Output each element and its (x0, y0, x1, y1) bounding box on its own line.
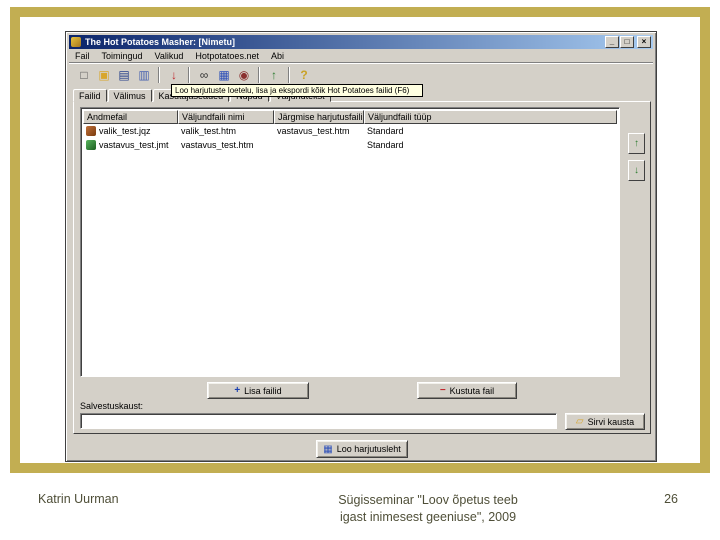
file-list-header: Andmefail Väljundfaili nimi Järgmise har… (83, 110, 617, 124)
help-button[interactable]: ? (294, 66, 314, 84)
menu-item-toimingud[interactable]: Toimingud (96, 51, 149, 61)
title-bar[interactable]: The Hot Potatoes Masher: [Nimetu] _ □ × (69, 35, 653, 49)
toolbar-separator (258, 66, 260, 83)
table-row[interactable]: vastavus_test.jmt vastavus_test.htm Stan… (83, 138, 617, 152)
save-icon: ▤ (118, 67, 130, 82)
cell-data-file: vastavus_test.jmt (83, 140, 178, 150)
column-header-jargmine-harjutusfail: Järgmise harjutusfaili... (274, 110, 364, 124)
file-list: Andmefail Väljundfaili nimi Järgmise har… (80, 107, 620, 377)
jmatch-file-icon (86, 140, 96, 150)
delete-file-button[interactable]: − Kustuta fail (417, 382, 517, 399)
footer-page-number: 26 (664, 492, 678, 506)
upload-button[interactable]: ↑ (264, 66, 284, 84)
menu-item-valikud[interactable]: Valikud (149, 51, 190, 61)
column-header-andmefail: Andmefail (83, 110, 178, 124)
preview-button[interactable]: ∞ (194, 66, 214, 84)
link-button[interactable]: ◉ (234, 66, 254, 84)
table-row[interactable]: valik_test.jqz valik_test.htm vastavus_t… (83, 124, 617, 138)
toolbar: □ ▣ ▤ ▥ ↓ ∞ ▦ ◉ ↑ ? (69, 62, 653, 86)
build-unit-label: Loo harjutusleht (336, 444, 401, 454)
minus-icon: − (439, 385, 446, 396)
move-up-button[interactable]: ↑ (628, 133, 645, 154)
column-header-valjundfaili-nimi: Väljundfaili nimi (178, 110, 274, 124)
footer-event: Sügisseminar "Loov õpetus teeb igast ini… (228, 492, 628, 526)
grid-icon: ▦ (218, 67, 230, 82)
export-button[interactable]: ↓ (164, 66, 184, 84)
open-button[interactable]: ▣ (94, 66, 114, 84)
folder-icon: ▱ (575, 416, 584, 427)
menu-item-abi[interactable]: Abi (265, 51, 290, 61)
output-folder-input[interactable] (80, 413, 557, 429)
delete-file-label: Kustuta fail (449, 385, 495, 396)
cell-output-type: Standard (367, 140, 404, 150)
tab-valimus[interactable]: Välimus (107, 89, 152, 102)
question-mark-icon: ? (300, 67, 308, 82)
browse-folder-label: Sirvi kausta (587, 416, 635, 427)
browse-folder-button[interactable]: ▱ Sirvi kausta (565, 413, 645, 430)
footer-event-line1: Sügisseminar "Loov õpetus teeb (338, 493, 518, 507)
plus-icon: + (234, 385, 241, 396)
files-tab-panel: Andmefail Väljundfaili nimi Järgmise har… (73, 101, 651, 434)
hot-potatoes-app-icon (71, 37, 81, 47)
window-title: The Hot Potatoes Masher: [Nimetu] (85, 37, 236, 47)
open-folder-icon: ▣ (98, 67, 110, 82)
footer-event-line2: igast inimesest geeniuse", 2009 (339, 510, 517, 524)
new-file-icon: □ (80, 67, 88, 82)
maximize-button[interactable]: □ (620, 36, 634, 48)
app-window: The Hot Potatoes Masher: [Nimetu] _ □ × … (65, 31, 657, 462)
close-button[interactable]: × (637, 36, 651, 48)
output-folder-label: Salvestuskaust: (80, 401, 144, 411)
column-header-valjundfaili-tuup: Väljundfaili tüüp (364, 110, 617, 124)
glasses-icon: ∞ (199, 67, 209, 82)
cell-output-type: Standard (367, 126, 404, 136)
toolbar-separator (188, 66, 190, 83)
footer-author: Katrin Uurman (38, 492, 119, 506)
add-files-label: Lisa failid (244, 385, 282, 396)
down-arrow-icon: ↓ (171, 67, 177, 82)
minimize-button[interactable]: _ (605, 36, 619, 48)
jquiz-file-icon (86, 126, 96, 136)
cell-output-file: valik_test.htm (181, 126, 237, 136)
tooltip: Loo harjutuste loetelu, lisa ja ekspordi… (171, 84, 423, 97)
slide-footer: Katrin Uurman Sügisseminar "Loov õpetus … (0, 492, 720, 526)
menu-item-fail[interactable]: Fail (69, 51, 96, 61)
upload-arrow-icon: ↑ (271, 67, 277, 82)
save-button[interactable]: ▤ (114, 66, 134, 84)
save-as-icon: ▥ (138, 67, 150, 82)
build-grid-icon: ▦ (323, 443, 333, 455)
menu-item-hotpotatoes-net[interactable]: Hotpotatoes.net (189, 51, 265, 61)
add-files-button[interactable]: + Lisa failid (207, 382, 309, 399)
cell-next-file: vastavus_test.htm (277, 126, 350, 136)
masher-button[interactable]: ▦ (214, 66, 234, 84)
toolbar-separator (288, 66, 290, 83)
cell-data-file: valik_test.jqz (83, 126, 178, 136)
save-as-button[interactable]: ▥ (134, 66, 154, 84)
build-unit-button[interactable]: ▦ Loo harjutusleht (316, 440, 408, 458)
toolbar-separator (158, 66, 160, 83)
tab-failid[interactable]: Failid (73, 89, 107, 102)
menu-bar: Fail Toimingud Valikud Hotpotatoes.net A… (69, 49, 653, 62)
cell-output-file: vastavus_test.htm (181, 140, 254, 150)
link-icon: ◉ (238, 67, 250, 82)
new-file-button[interactable]: □ (74, 66, 94, 84)
move-down-button[interactable]: ↓ (628, 160, 645, 181)
